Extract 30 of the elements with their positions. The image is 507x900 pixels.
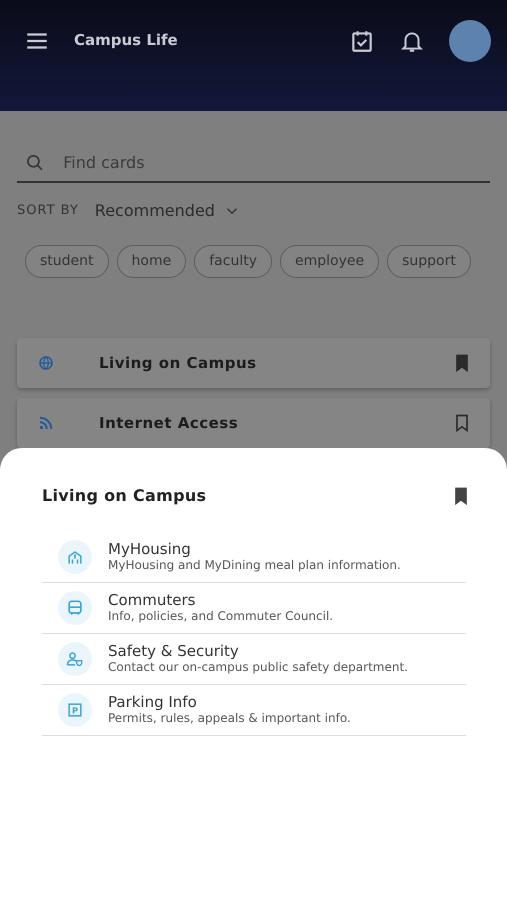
card-row[interactable]: Living on Campus — [17, 338, 490, 388]
item-subtitle: Info, policies, and Commuter Council. — [108, 609, 334, 625]
sort-label: SORT BY — [17, 202, 79, 220]
item-subtitle: MyHousing and MyDining meal plan information. — [108, 558, 401, 574]
item-title: MyHousing — [108, 540, 192, 558]
card-title: Internet Access — [99, 412, 240, 434]
parking-sign-icon: P — [65, 700, 85, 720]
list-item[interactable]: Safety & Security Contact our on-campus public safety department. — [42, 634, 466, 685]
item-subtitle: Contact our on-campus public safety department. — [108, 660, 408, 676]
rss-feed-icon — [37, 414, 55, 432]
item-subtitle: Permits, rules, appeals & important info. — [108, 711, 351, 727]
app-title: Campus Life — [74, 30, 178, 52]
tag-chip[interactable]: employee — [280, 245, 380, 278]
sort-dropdown[interactable]: Recommended — [94, 199, 241, 223]
tag-chip[interactable]: faculty — [194, 245, 272, 278]
tag-chip[interactable]: support — [387, 245, 471, 278]
item-title: Commuters — [108, 591, 196, 610]
card-title: Living on Campus — [99, 352, 258, 374]
globe-icon — [37, 354, 55, 372]
list-item[interactable]: Commuters Info, policies, and Commuter Council. — [42, 583, 466, 634]
item-title: Parking Info — [108, 693, 198, 712]
tag-chip[interactable]: student — [25, 245, 109, 278]
card-row[interactable]: Internet Access — [17, 398, 490, 448]
list-item[interactable]: MyHousing MyHousing and MyDining meal plan information. — [42, 532, 466, 583]
item-title: Safety & Security — [108, 642, 240, 660]
tag-chip[interactable]: home — [116, 245, 186, 278]
search-field[interactable]: Find cards — [61, 150, 490, 176]
list-item[interactable]: P Parking Info Permits, rules, appeals & important info. — [42, 685, 466, 736]
sheet-title: Living on Campus — [42, 485, 206, 507]
avatar[interactable] — [449, 20, 491, 62]
